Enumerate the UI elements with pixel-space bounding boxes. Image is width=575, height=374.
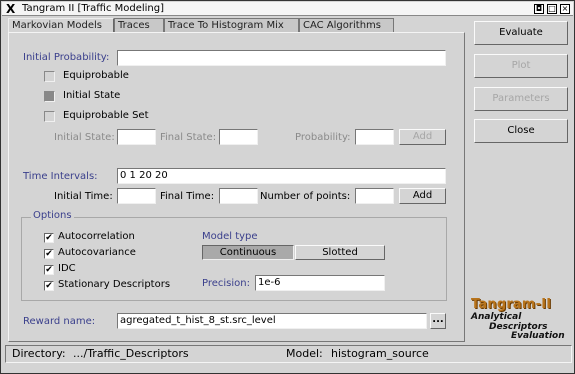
initial-probability-label: Initial Probability: (23, 52, 110, 63)
precision-input[interactable]: 1e-6 (255, 275, 385, 291)
equiprobable-radio[interactable] (44, 71, 55, 82)
application-window: X Tangram II [Traffic Modeling] ◘ □ × Ma… (0, 0, 575, 374)
logo-line-analytical: Analytical (471, 312, 522, 322)
window-title: Tangram II [Traffic Modeling] (22, 3, 165, 14)
number-of-points-label: Number of points: (260, 191, 351, 202)
model-type-label: Model type (202, 231, 258, 242)
probability-label: Probability: (295, 132, 351, 143)
equiprobable-label: Equiprobable (63, 70, 129, 81)
add-probability-button[interactable]: Add (399, 129, 446, 145)
stationary-descriptors-checkbox[interactable]: ✔ (44, 281, 54, 291)
autocovariance-label: Autocovariance (58, 247, 136, 258)
idc-label: IDC (58, 263, 76, 274)
probability-input[interactable] (355, 129, 394, 145)
final-state-input[interactable] (219, 129, 258, 145)
continuous-toggle[interactable]: Continuous (202, 245, 294, 260)
markovian-models-panel: Initial Probability: Equiprobable Initia… (8, 32, 465, 342)
initial-state-input[interactable] (117, 129, 156, 145)
autocorrelation-label: Autocorrelation (58, 231, 135, 242)
equiprobable-set-label: Equiprobable Set (63, 110, 149, 121)
reward-name-label: Reward name: (23, 316, 96, 327)
add-time-interval-button[interactable]: Add (399, 188, 446, 204)
iconify-button[interactable]: ◘ (534, 4, 544, 14)
model-value: histogram_source (331, 347, 429, 360)
initial-state-label: Initial State: (54, 132, 115, 143)
time-intervals-input[interactable]: 0 1 20 20 (117, 168, 446, 184)
close-button[interactable]: Close (474, 119, 568, 143)
logo-title: Tangram-II (471, 297, 552, 312)
initial-time-input[interactable] (117, 188, 156, 204)
status-bar: Directory: .../Traffic_Descriptors Model… (5, 345, 572, 363)
x-logo-icon[interactable]: X (6, 2, 15, 16)
directory-label: Directory: (12, 347, 66, 360)
precision-label: Precision: (202, 278, 250, 289)
plot-button[interactable]: Plot (474, 54, 568, 78)
tab-trace-to-histogram-mix[interactable]: Trace To Histogram Mix (164, 18, 299, 33)
stationary-descriptors-label: Stationary Descriptors (58, 279, 171, 290)
tab-cac-algorithms[interactable]: CAC Algorithms (299, 18, 394, 33)
logo-line-evaluation: Evaluation (511, 331, 565, 341)
idc-checkbox[interactable]: ✔ (44, 265, 54, 275)
autocovariance-checkbox[interactable]: ✔ (44, 249, 54, 259)
evaluate-button[interactable]: Evaluate (474, 21, 568, 45)
browse-reward-button[interactable]: ... (430, 313, 446, 329)
reward-name-input[interactable]: agregated_t_hist_8_st.src_level (117, 313, 427, 329)
tab-traces[interactable]: Traces (114, 18, 164, 33)
model-label: Model: (286, 347, 323, 360)
title-bar[interactable]: X Tangram II [Traffic Modeling] ◘ □ × (2, 2, 573, 16)
final-time-input[interactable] (219, 188, 258, 204)
slotted-toggle[interactable]: Slotted (295, 245, 385, 260)
initial-time-label: Initial Time: (54, 191, 113, 202)
equiprobable-set-radio[interactable] (44, 111, 55, 122)
initial-state-option-label: Initial State (63, 90, 121, 101)
parameters-button[interactable]: Parameters (474, 87, 568, 111)
options-legend: Options (31, 210, 74, 221)
final-time-label: Final Time: (160, 191, 215, 202)
time-intervals-label: Time Intervals: (23, 171, 98, 182)
autocorrelation-checkbox[interactable]: ✔ (44, 233, 54, 243)
number-of-points-input[interactable] (355, 188, 394, 204)
directory-value: .../Traffic_Descriptors (73, 347, 189, 360)
initial-state-radio[interactable] (44, 91, 55, 102)
initial-probability-input[interactable] (117, 50, 446, 66)
final-state-label: Final State: (160, 132, 217, 143)
close-window-button[interactable]: × (560, 4, 570, 14)
maximize-button[interactable]: □ (547, 4, 557, 14)
